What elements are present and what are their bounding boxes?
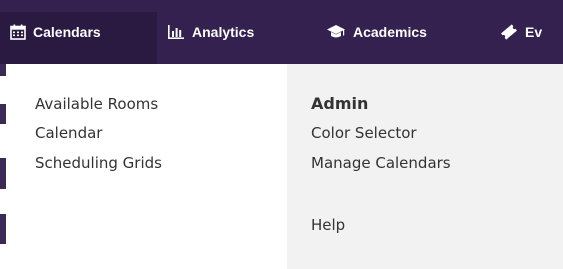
ticket-icon — [500, 24, 518, 40]
menu-link-color-selector[interactable]: Color Selector — [311, 124, 417, 142]
admin-heading: Admin — [311, 94, 369, 113]
nav-analytics-label: Analytics — [192, 24, 255, 40]
graduation-cap-icon — [326, 24, 346, 40]
nav-calendars[interactable]: Calendars — [0, 12, 157, 64]
menu-link-help[interactable]: Help — [311, 216, 345, 234]
calendar-icon — [10, 24, 26, 40]
nav-academics-label: Academics — [353, 24, 427, 40]
menu-link-calendar[interactable]: Calendar — [35, 124, 102, 142]
menu-link-scheduling-grids[interactable]: Scheduling Grids — [35, 154, 162, 172]
bar-chart-icon — [167, 24, 185, 40]
nav-events[interactable]: Ev — [485, 12, 563, 64]
nav-events-label: Ev — [525, 24, 543, 40]
menu-link-available-rooms[interactable]: Available Rooms — [35, 95, 158, 113]
menu-link-manage-calendars[interactable]: Manage Calendars — [311, 154, 451, 172]
nav-calendars-label: Calendars — [33, 24, 101, 40]
page-edge-behind-dropdown — [0, 64, 6, 269]
nav-academics[interactable]: Academics — [307, 12, 485, 64]
nav-analytics[interactable]: Analytics — [157, 12, 307, 64]
